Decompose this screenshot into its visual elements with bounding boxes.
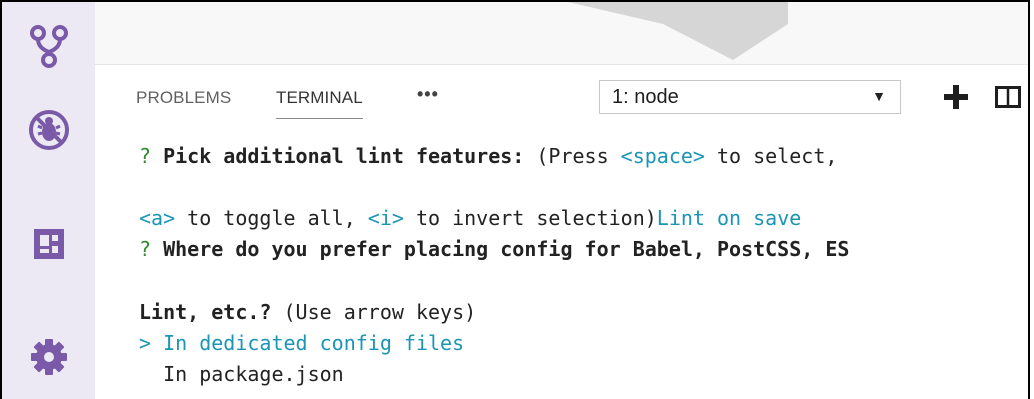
terminal-line: <a> to toggle all, <i> to invert selecti… [139, 206, 802, 230]
debug-icon[interactable] [2, 108, 95, 152]
more-actions-button[interactable]: ••• [417, 84, 439, 105]
decorative-arrow-graphic [568, 2, 788, 60]
terminal-line: Lint, etc.? (Use arrow keys) [139, 300, 477, 324]
terminal-select[interactable]: 1: node ▼ [599, 80, 901, 114]
terminal-select-value: 1: node [612, 86, 679, 108]
panel-header: PROBLEMS TERMINAL ••• 1: node ▼ [95, 64, 1028, 126]
terminal-option: In package.json [139, 362, 344, 386]
chevron-down-icon: ▼ [872, 88, 886, 104]
terminal-line: ? Pick additional lint features: (Press … [139, 144, 838, 168]
new-terminal-plus-icon[interactable] [943, 84, 969, 110]
split-terminal-icon[interactable] [995, 86, 1021, 108]
activity-bar [2, 2, 95, 399]
vscode-window: PROBLEMS TERMINAL ••• 1: node ▼ ? Pick a… [0, 0, 1030, 399]
terminal-selected-option: > In dedicated config files [139, 331, 465, 355]
source-control-icon[interactable] [2, 24, 95, 68]
editor-area [95, 2, 1028, 65]
extensions-icon[interactable] [2, 228, 95, 260]
tab-terminal[interactable]: TERMINAL [276, 88, 363, 119]
tab-problems[interactable]: PROBLEMS [136, 88, 231, 108]
terminal-line: ? Where do you prefer placing config for… [139, 237, 850, 261]
settings-gear-icon[interactable] [2, 338, 95, 376]
